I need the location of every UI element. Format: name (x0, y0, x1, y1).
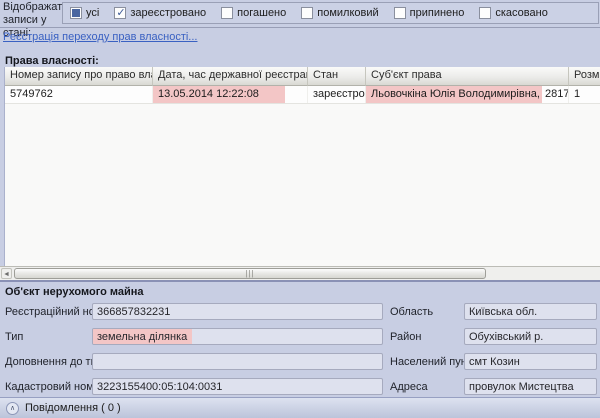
highlighted-type-value: земельна ділянка (93, 329, 192, 345)
checkbox-extinguished[interactable]: погашено (221, 7, 286, 19)
label-cadastral-number: Кадастровий номер (5, 381, 106, 393)
real-estate-object-panel: Об'єкт нерухомого майна Реєстраційний но… (0, 280, 600, 397)
header-subject[interactable]: Суб'єкт права (366, 67, 569, 86)
checkbox-erroneous-icon[interactable] (301, 7, 313, 19)
checkbox-all-label: усі (86, 7, 99, 19)
checkbox-registered-label: зареєстровано (130, 7, 206, 19)
field-type-addition[interactable] (92, 353, 383, 370)
collapse-icon[interactable]: ∧ (6, 402, 19, 415)
scroll-left-arrow-icon[interactable]: ◄ (1, 268, 12, 279)
checkbox-cancelled-icon[interactable] (479, 7, 491, 19)
checkbox-erroneous-label: помилковий (317, 7, 378, 19)
link-row: Реєстрація переходу прав власності... (3, 31, 197, 43)
header-registration-datetime[interactable]: Дата, час державної реєстрації права (153, 67, 308, 86)
label-type: Тип (5, 331, 23, 343)
messages-bar-label: Повідомлення ( 0 ) (25, 402, 121, 414)
property-registry-window: Відображати записи у стані: усі зареєстр… (0, 0, 600, 418)
checkbox-registered-icon[interactable] (114, 7, 126, 19)
cell-record-number[interactable]: 5749762 (5, 86, 153, 103)
checkbox-terminated-label: припинено (410, 7, 465, 19)
field-settlement[interactable]: смт Козин (464, 353, 597, 370)
field-region[interactable]: Київська обл. (464, 303, 597, 320)
cell-registration-datetime[interactable]: 13.05.2014 12:22:08 (153, 86, 308, 103)
checkbox-terminated[interactable]: припинено (394, 7, 465, 19)
header-state[interactable]: Стан (308, 67, 366, 86)
checkbox-all[interactable]: усі (70, 7, 99, 19)
field-type[interactable]: земельна ділянка (92, 328, 383, 345)
label-region: Область (390, 306, 433, 318)
checkbox-cancelled-label: скасовано (495, 7, 547, 19)
checkbox-erroneous[interactable]: помилковий (301, 7, 378, 19)
cell-subject[interactable]: Льовочкіна Юлія Володимирівна, 281721640… (366, 86, 569, 103)
ownership-transfer-registration-link[interactable]: Реєстрація переходу прав власності... (3, 31, 197, 43)
header-record-number[interactable]: Номер запису про право власності (5, 67, 153, 86)
cell-size[interactable]: 1 (569, 86, 600, 103)
highlighted-datetime: 13.05.2014 12:22:08 (153, 86, 285, 103)
cell-state[interactable]: зареєстровано (308, 86, 366, 103)
subject-code: 2817216404 (542, 88, 569, 100)
checkbox-cancelled[interactable]: скасовано (479, 7, 547, 19)
filter-checkbox-group: усі зареєстровано погашено помилковий пр… (62, 2, 599, 24)
table-row[interactable]: 5749762 13.05.2014 12:22:08 зареєстрован… (5, 86, 600, 104)
label-address: Адреса (390, 381, 428, 393)
field-address[interactable]: провулок Мистецтва (464, 378, 597, 395)
label-district: Район (390, 331, 421, 343)
field-registration-number[interactable]: 366857832231 (92, 303, 383, 320)
filter-bar: Відображати записи у стані: усі зареєстр… (0, 0, 600, 28)
checkbox-terminated-icon[interactable] (394, 7, 406, 19)
scrollbar-thumb[interactable]: ||| (14, 268, 486, 279)
table-header-row: Номер запису про право власності Дата, ч… (5, 67, 600, 86)
ownership-rights-title: Права власності: (5, 55, 99, 67)
field-cadastral-number[interactable]: 3223155400:05:104:0031 (92, 378, 383, 395)
field-district[interactable]: Обухівський р. (464, 328, 597, 345)
checkbox-extinguished-label: погашено (237, 7, 286, 19)
ownership-rights-table: Номер запису про право власності Дата, ч… (4, 67, 600, 266)
checkbox-registered[interactable]: зареєстровано (114, 7, 206, 19)
horizontal-scrollbar[interactable]: ◄ ||| (0, 266, 600, 280)
highlighted-subject-name: Льовочкіна Юлія Володимирівна, (366, 86, 542, 103)
object-panel-title: Об'єкт нерухомого майна (5, 286, 144, 298)
checkbox-all-icon[interactable] (70, 7, 82, 19)
checkbox-extinguished-icon[interactable] (221, 7, 233, 19)
header-size[interactable]: Розмір (569, 67, 600, 86)
messages-bar[interactable]: ∧ Повідомлення ( 0 ) (0, 397, 600, 418)
